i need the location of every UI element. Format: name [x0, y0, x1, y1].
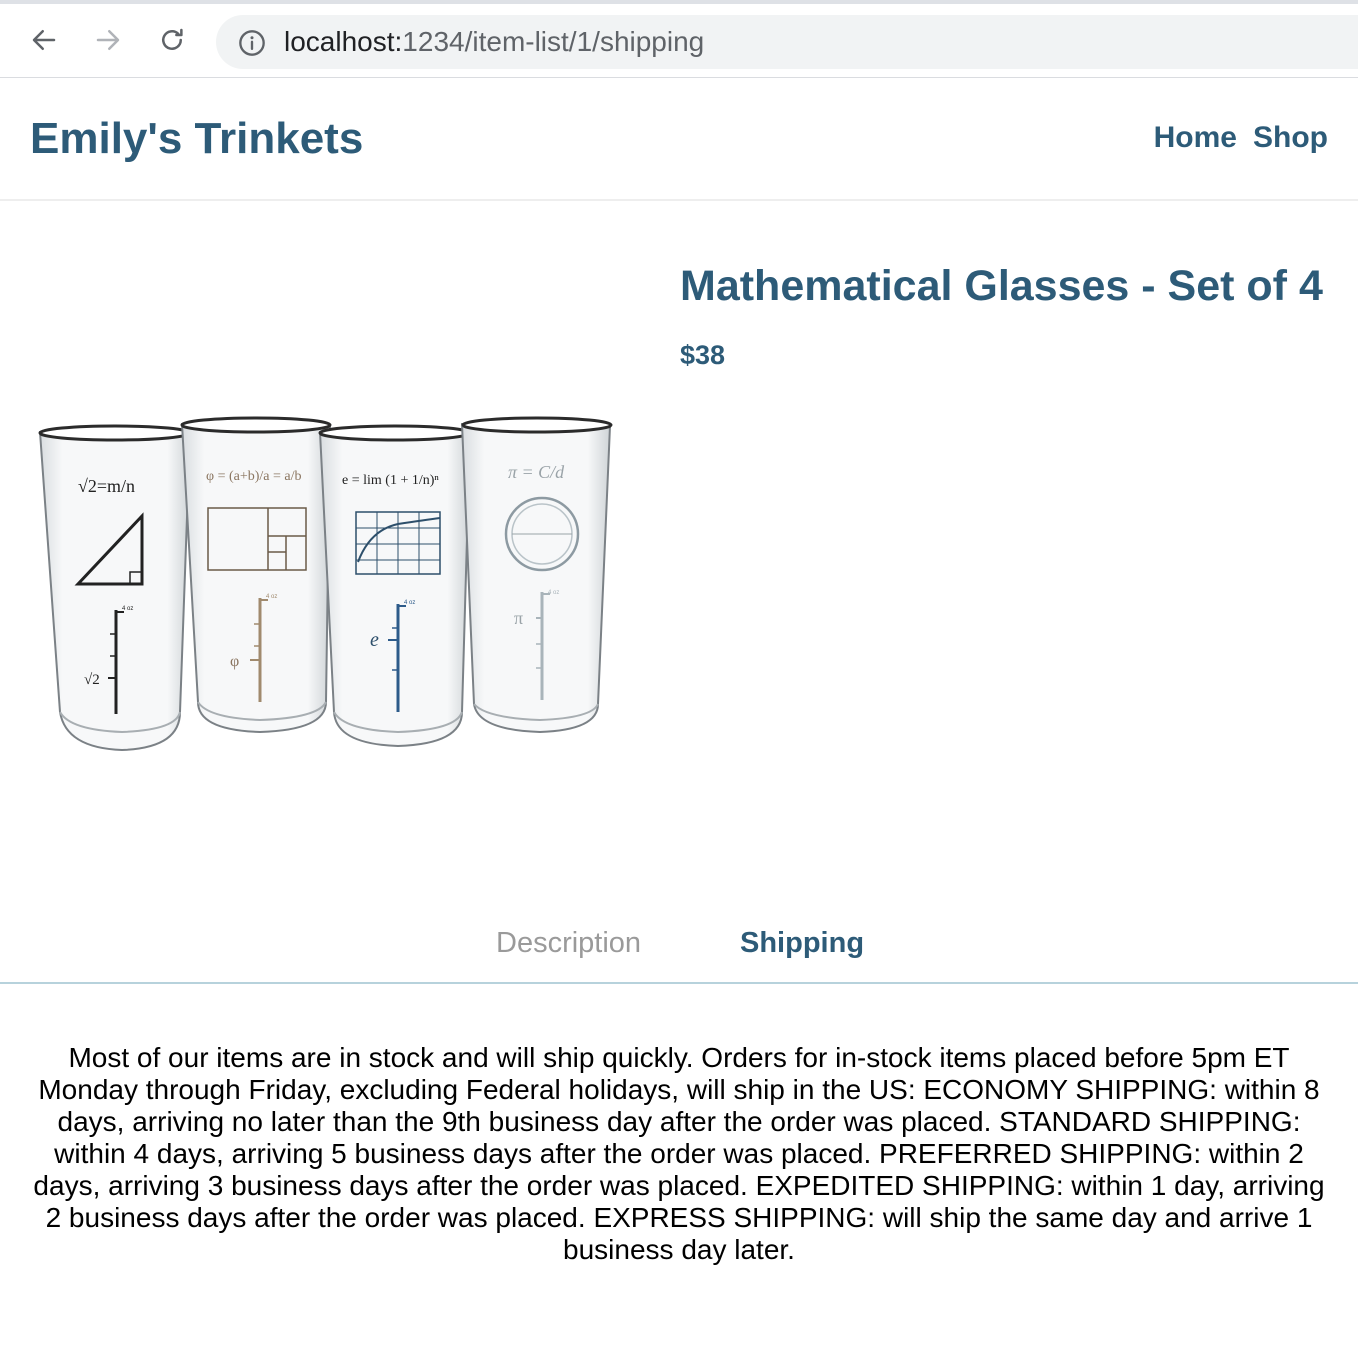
forward-button[interactable] [90, 22, 126, 58]
info-icon[interactable] [238, 29, 266, 57]
site-header: Emily's Trinkets Home Shop [0, 78, 1358, 201]
glass-mark: e [370, 629, 379, 651]
glass-formula: φ = (a+b)/a = a/b [206, 469, 302, 484]
glass-formula: π = C/d [508, 462, 565, 482]
glass-measure: 4 oz [122, 606, 133, 612]
glass-pi: π = C/d 4 oz π [460, 416, 613, 734]
glass-measure: 4 oz [548, 590, 559, 596]
arrow-left-icon [32, 30, 56, 50]
product-price: $38 [680, 340, 726, 370]
product-image: √2=m/n 4 oz √2 φ = (a+b)/a = a/b 4 oz φ … [38, 416, 613, 752]
glass-measure: 4 oz [404, 600, 415, 606]
glass-mark: φ [230, 653, 239, 670]
url-text[interactable]: localhost:1234/item-list/1/shipping [284, 27, 704, 57]
back-button[interactable] [26, 22, 62, 58]
tab-description[interactable]: Description [496, 926, 641, 960]
glass-phi: φ = (a+b)/a = a/b 4 oz φ [180, 416, 332, 734]
address-bar[interactable]: localhost:1234/item-list/1/shipping [216, 15, 1358, 69]
glass-mark: √2 [84, 672, 100, 688]
product-title: Mathematical Glasses - Set of 4 [680, 262, 1323, 310]
glass-e: e = lim (1 + 1/n)ⁿ 4 oz e [318, 424, 472, 748]
url-host: localhost: [284, 26, 403, 57]
glass-formula: √2=m/n [78, 476, 135, 496]
main-nav: Home Shop [1154, 121, 1328, 155]
tab-shipping[interactable]: Shipping [740, 926, 864, 960]
glass-mark: π [514, 608, 523, 628]
nav-link-home[interactable]: Home [1154, 121, 1237, 155]
url-path: 1234/item-list/1/shipping [402, 26, 705, 57]
reload-button[interactable] [154, 22, 190, 58]
glass-formula: e = lim (1 + 1/n)ⁿ [342, 473, 439, 488]
shipping-info-text: Most of our items are in stock and will … [33, 1042, 1325, 1265]
product-tabs: Description Shipping [0, 922, 1358, 984]
nav-link-shop[interactable]: Shop [1253, 121, 1328, 155]
arrow-right-icon [96, 30, 120, 50]
glass-measure: 4 oz [266, 594, 277, 600]
browser-toolbar: localhost:1234/item-list/1/shipping [0, 0, 1358, 78]
brand-logo[interactable]: Emily's Trinkets [30, 115, 363, 163]
reload-icon [162, 28, 183, 50]
glass-sqrt2: √2=m/n 4 oz √2 [38, 424, 192, 752]
